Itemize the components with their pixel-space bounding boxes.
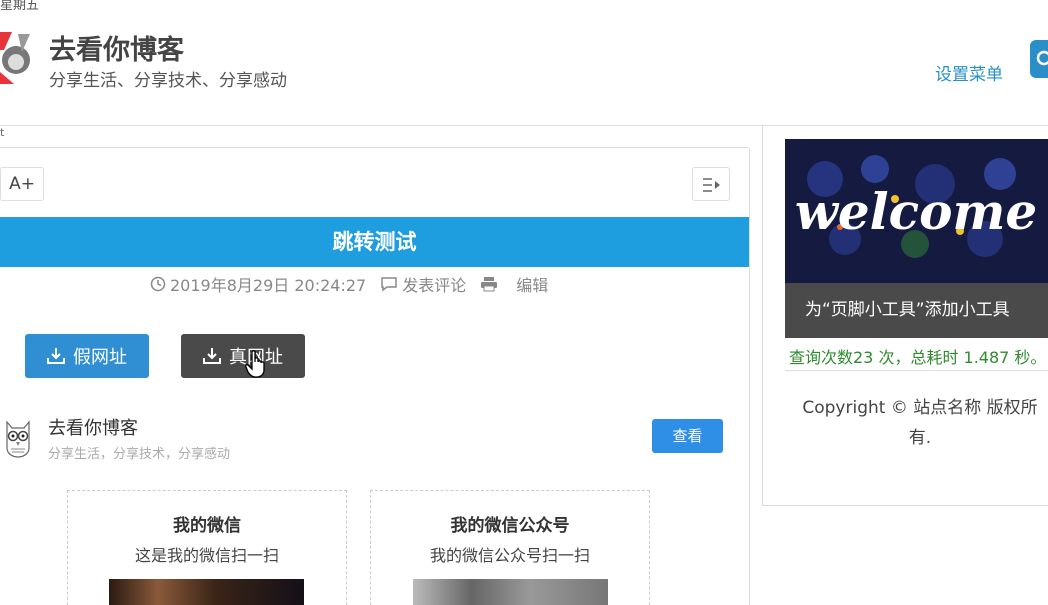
welcome-text: welcome	[795, 182, 1037, 241]
wechat-qr-image	[109, 579, 304, 605]
site-logo[interactable]	[0, 28, 40, 84]
download-icon	[203, 348, 221, 364]
sidebar-divider	[785, 370, 1048, 371]
query-stats: 查询次数23 次，总耗时 1.487 秒。	[789, 348, 1047, 367]
footer-tool-bar[interactable]: 为“页脚小工具”添加小工具	[785, 283, 1048, 338]
author-name: 去看你博客	[48, 418, 138, 439]
fake-url-button[interactable]: 假网址	[25, 334, 149, 378]
owl-icon	[6, 420, 30, 458]
author-description: 分享生活，分享技术，分享感动	[48, 447, 231, 462]
settings-menu-link[interactable]: 设置菜单	[935, 60, 1003, 85]
wechat-official-qr-image	[413, 579, 608, 605]
post-meta: 2019年8月29日 20:24:27 发表评论 编辑	[150, 273, 548, 295]
welcome-banner-image: welcome	[785, 139, 1048, 283]
real-url-button[interactable]: 真网址	[181, 334, 305, 378]
weekday-label: 星期五	[0, 0, 40, 13]
qr-card-title: 我的微信	[173, 516, 241, 536]
hand-cursor-icon	[245, 350, 265, 378]
post-title-bar: 跳转测试	[0, 217, 749, 267]
comment-link[interactable]: 发表评论	[402, 272, 466, 296]
edit-link[interactable]: 编辑	[516, 272, 548, 296]
site-title[interactable]: 去看你博客	[49, 28, 184, 67]
qr-card-desc: 这是我的微信扫一扫	[134, 546, 279, 565]
clock-icon	[150, 276, 166, 292]
toc-icon	[703, 178, 720, 192]
search-button[interactable]	[1030, 40, 1048, 78]
qr-card-title: 我的微信公众号	[450, 516, 570, 536]
print-icon[interactable]	[480, 276, 498, 292]
post-title: 跳转测试	[332, 230, 417, 254]
breadcrumb-fragment: t	[0, 126, 5, 139]
copyright-text: Copyright © 站点名称 版权所有.	[802, 398, 1038, 448]
post-datetime: 2019年8月29日 20:24:27	[170, 276, 367, 295]
font-size-button[interactable]: A+	[0, 167, 44, 201]
view-author-button[interactable]: 查看	[652, 419, 723, 453]
site-subtitle: 分享生活、分享技术、分享感动	[49, 71, 287, 91]
search-icon	[1036, 50, 1048, 66]
author-avatar	[3, 418, 33, 458]
download-icon	[47, 348, 65, 364]
toc-toggle-button[interactable]	[692, 167, 730, 201]
qr-card-desc: 我的微信公众号扫一扫	[429, 546, 590, 565]
fake-url-label: 假网址	[73, 347, 127, 368]
comment-icon	[381, 277, 397, 292]
